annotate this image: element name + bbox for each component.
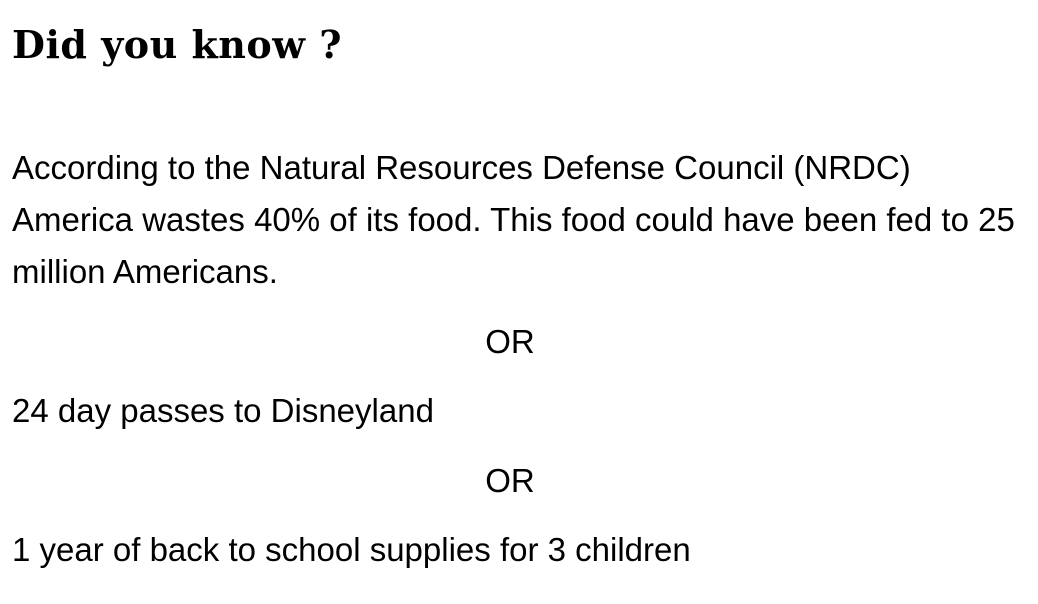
or-separator-1: OR <box>485 323 535 360</box>
document-page: Did you know ? According to the Natural … <box>0 0 1038 604</box>
or-separator-2: OR <box>485 462 535 499</box>
alternative-disneyland: 24 day passes to Disneyland <box>12 392 434 429</box>
fact-paragraph: According to the Natural Resources Defen… <box>12 149 1015 290</box>
page-title: Did you know ? <box>12 22 342 67</box>
alternative-school-supplies: 1 year of back to school supplies for 3 … <box>12 531 691 568</box>
